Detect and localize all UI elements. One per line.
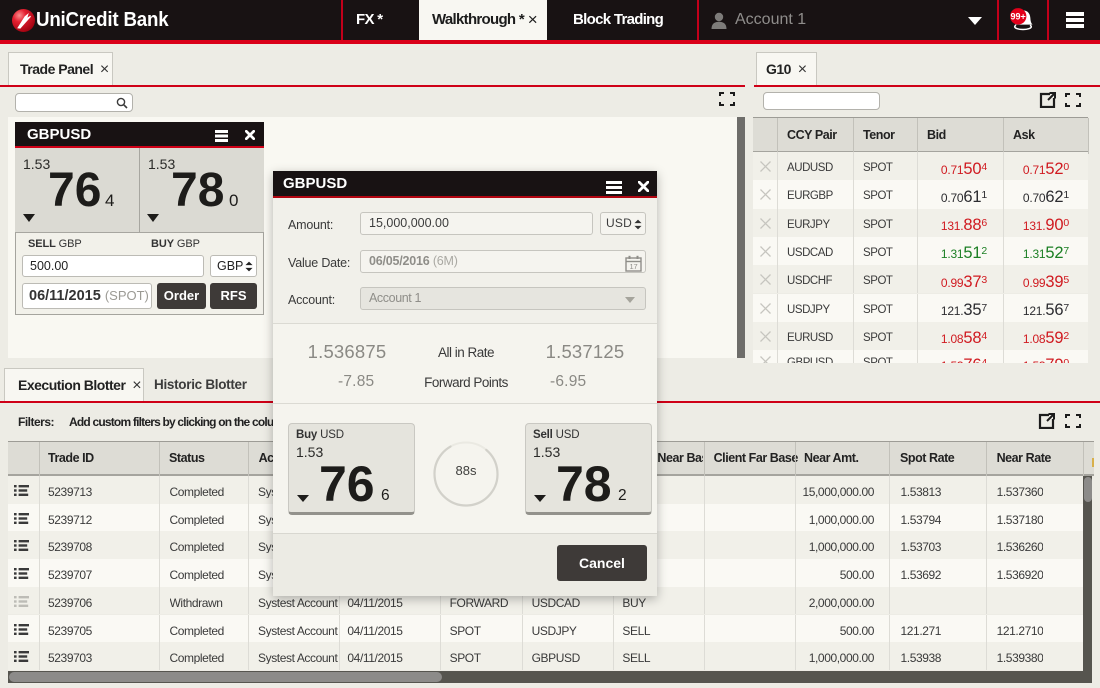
svg-text:17: 17 (630, 262, 638, 271)
svg-text:99+: 99+ (1011, 12, 1026, 22)
